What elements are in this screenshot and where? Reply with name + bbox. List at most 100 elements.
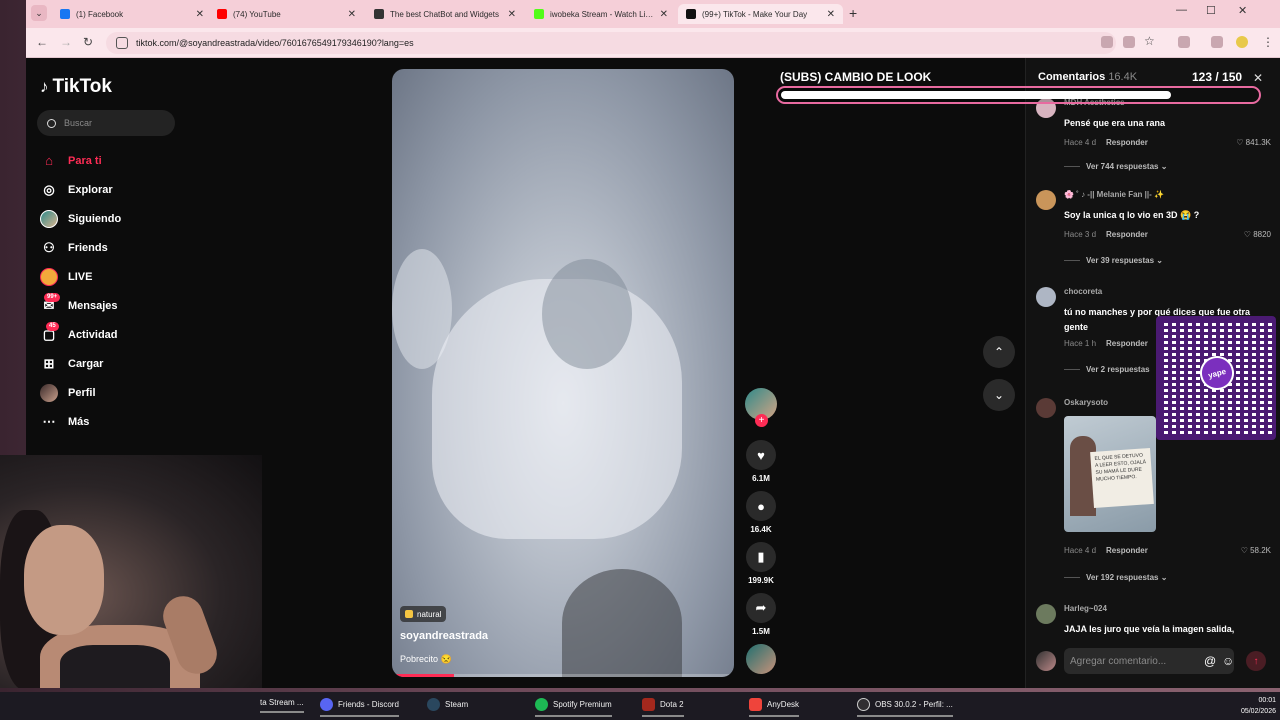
comment-user[interactable]: Harleg~024: [1064, 604, 1107, 613]
comment-user[interactable]: 🌸 ˚ ♪ -|| Melanie Fan ||- ✨: [1064, 190, 1164, 199]
tab-kick[interactable]: iwobeka Stream - Watch Live o ✕: [526, 4, 676, 24]
comment-image[interactable]: EL QUE SE DETUVO A LEER ESTO, OJALÁ SU M…: [1064, 416, 1156, 532]
taskbar-item-discord[interactable]: Friends - Discord: [320, 698, 399, 717]
topic-tag[interactable]: natural: [400, 606, 447, 622]
sidebar-item-label: Perfil: [68, 386, 96, 399]
sidebar-item-friends[interactable]: ⚇ Friends: [40, 233, 240, 262]
reading-list-icon[interactable]: [1211, 36, 1223, 48]
profile-avatar[interactable]: [1236, 36, 1248, 48]
taskbar-item-kick[interactable]: ta Stream ...: [260, 698, 304, 713]
sidebar-item-siguiendo[interactable]: Siguiendo: [40, 204, 240, 233]
avatar[interactable]: [1036, 398, 1056, 418]
taskbar-item-obs[interactable]: OBS 30.0.2 - Perfil: ...: [857, 698, 953, 717]
yape-qr-code: yape: [1156, 316, 1276, 440]
avatar[interactable]: [1036, 604, 1056, 624]
taskbar-item-anydesk[interactable]: AnyDesk: [749, 698, 800, 717]
messages-icon: ✉ 99+: [40, 292, 61, 315]
tab-tiktok[interactable]: (99+) TikTok - Make Your Day ✕: [678, 4, 843, 24]
reply-button[interactable]: Responder: [1106, 339, 1148, 348]
creator-avatar[interactable]: +: [745, 388, 777, 427]
reply-button[interactable]: Responder: [1106, 230, 1148, 239]
sidebar-item-mas[interactable]: ⋯ Más: [40, 407, 240, 436]
new-tab-button[interactable]: +: [849, 5, 857, 21]
back-icon[interactable]: ←: [36, 35, 48, 49]
reply-button[interactable]: Responder: [1106, 546, 1148, 555]
close-icon[interactable]: ✕: [196, 9, 204, 20]
video-author[interactable]: soyandreastrada: [400, 630, 488, 642]
sidebar-item-explorar[interactable]: ◎ Explorar: [40, 175, 240, 204]
comment-like-count: 841.3K: [1245, 138, 1271, 147]
avatar[interactable]: [1036, 190, 1056, 210]
tab-youtube[interactable]: (74) YouTube ✕: [209, 4, 364, 24]
share-button[interactable]: ➦ 1.5M: [745, 593, 777, 636]
sub-goal-fill: [781, 91, 1171, 99]
taskbar-item-steam[interactable]: Steam: [427, 698, 468, 711]
windows-taskbar: ta Stream ... Friends - Discord Steam Sp…: [0, 692, 1280, 720]
share-arrow-icon: ➦: [746, 593, 776, 623]
video-progress-bar[interactable]: [392, 674, 734, 677]
music-disc-avatar[interactable]: [746, 644, 776, 674]
sidebar-item-mensajes[interactable]: ✉ 99+ Mensajes: [40, 291, 240, 320]
comments-title: Comentarios: [1038, 71, 1106, 83]
video-player[interactable]: natural soyandreastrada Pobrecito 😒: [392, 69, 734, 677]
previous-video-button[interactable]: ⌃: [983, 336, 1015, 368]
anydesk-icon: [749, 698, 762, 711]
tab-title: The best ChatBot and Widgets: [390, 9, 499, 19]
view-replies-button[interactable]: Ver 39 respuestas ⌄: [1064, 256, 1163, 265]
comment-button[interactable]: ● 16.4K: [745, 491, 777, 534]
close-icon[interactable]: ✕: [827, 9, 835, 20]
taskbar-item-dota[interactable]: Dota 2: [642, 698, 684, 717]
close-icon[interactable]: ✕: [508, 9, 516, 20]
comment-user[interactable]: chocoreta: [1064, 287, 1102, 296]
menu-kebab-icon[interactable]: ⋮: [1262, 35, 1274, 49]
view-replies-button[interactable]: Ver 744 respuestas ⌄: [1064, 162, 1167, 171]
reload-icon[interactable]: ↻: [83, 35, 93, 49]
comment-likes[interactable]: ♡ 8820: [1244, 230, 1271, 239]
site-info-icon[interactable]: [116, 37, 128, 49]
like-button[interactable]: ♥ 6.1M: [745, 440, 777, 483]
sidebar-item-live[interactable]: LIVE: [40, 262, 240, 291]
home-icon: ⌂: [45, 153, 53, 168]
system-clock[interactable]: 00:01 05/02/2026: [1238, 695, 1276, 717]
sub-goal-bar: [776, 86, 1261, 104]
comment-user[interactable]: Oskarysoto: [1064, 398, 1108, 407]
view-replies-button[interactable]: Ver 192 respuestas ⌄: [1064, 573, 1167, 582]
close-icon[interactable]: ✕: [1253, 71, 1263, 85]
mention-icon[interactable]: @: [1204, 654, 1216, 668]
sub-goal-count: 123 / 150: [1192, 70, 1243, 84]
sidebar-item-para-ti[interactable]: ⌂ Para ti: [40, 146, 240, 175]
forward-icon[interactable]: →: [60, 35, 72, 49]
next-video-button[interactable]: ⌄: [983, 379, 1015, 411]
comment-icon: ●: [746, 491, 776, 521]
reply-button[interactable]: Responder: [1106, 138, 1148, 147]
url-bar[interactable]: tiktok.com/@soyandreastrada/video/760167…: [106, 32, 1116, 54]
avatar[interactable]: [1036, 287, 1056, 307]
comment-likes[interactable]: ♡ 841.3K: [1236, 138, 1271, 147]
cast-icon[interactable]: [1123, 36, 1135, 48]
search-input[interactable]: Buscar: [37, 110, 175, 136]
maximize-button[interactable]: ☐: [1206, 4, 1216, 17]
sidebar-item-cargar[interactable]: ⊞ Cargar: [40, 349, 240, 378]
sidebar-item-actividad[interactable]: ▢ 45 Actividad: [40, 320, 240, 349]
close-icon[interactable]: ✕: [660, 9, 668, 20]
tab-facebook[interactable]: (1) Facebook ✕: [52, 4, 212, 24]
close-window-button[interactable]: ✕: [1238, 4, 1247, 17]
close-icon[interactable]: ✕: [348, 9, 356, 20]
translate-icon[interactable]: [1101, 36, 1113, 48]
bookmark-star-icon[interactable]: ☆: [1144, 34, 1155, 48]
follow-plus-icon[interactable]: +: [755, 414, 768, 427]
comment-likes[interactable]: ♡ 58.2K: [1241, 546, 1271, 555]
extensions-icon[interactable]: [1178, 36, 1190, 48]
taskbar-item-spotify[interactable]: Spotify Premium: [535, 698, 612, 717]
view-replies-button[interactable]: Ver 2 respuestas: [1064, 365, 1150, 374]
save-button[interactable]: ▮ 199.9K: [745, 542, 777, 585]
heart-icon: ♥: [746, 440, 776, 470]
emoji-icon[interactable]: ☺: [1222, 654, 1234, 668]
tiktok-logo[interactable]: ♪ TikTok: [40, 76, 112, 98]
tiktok-icon: [686, 9, 696, 19]
send-button[interactable]: ↑: [1246, 651, 1266, 671]
tab-search-button[interactable]: ⌄: [31, 5, 47, 21]
minimize-button[interactable]: —: [1176, 4, 1187, 16]
sidebar-item-perfil[interactable]: Perfil: [40, 378, 240, 407]
tab-chatbot[interactable]: The best ChatBot and Widgets ✕: [366, 4, 524, 24]
